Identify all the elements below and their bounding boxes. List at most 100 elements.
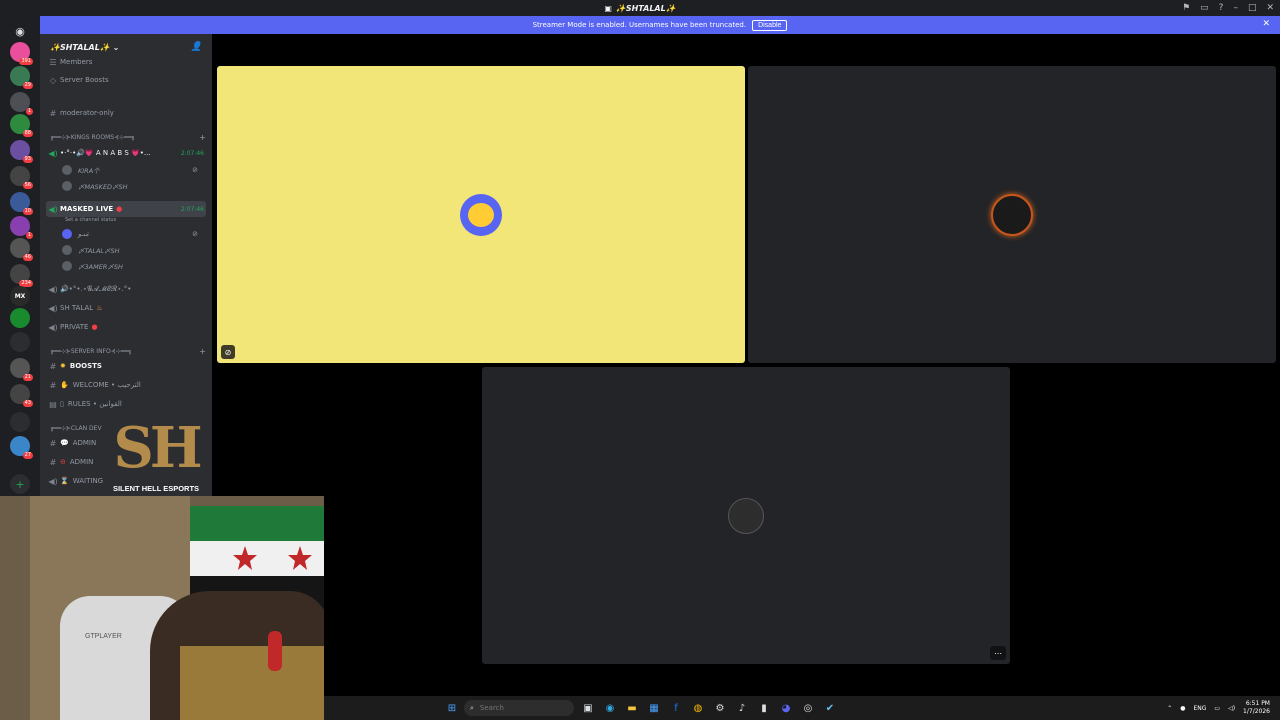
voice-tile-3[interactable]: ⋯: [482, 367, 1010, 664]
speaker-icon: ◀): [48, 476, 58, 486]
server-icon[interactable]: 1: [10, 216, 33, 239]
volume-icon[interactable]: ◁): [1228, 705, 1235, 712]
channel-moderator-only[interactable]: # moderator-only: [46, 105, 206, 121]
logo-brand-text: SILENT HELL ESPORTS: [112, 484, 200, 493]
task-view-icon[interactable]: ▣: [580, 700, 596, 716]
server-icon[interactable]: 56: [10, 166, 33, 189]
muted-mic-icon: ⊘: [221, 345, 235, 359]
server-icon[interactable]: 1: [10, 92, 33, 115]
server-icon[interactable]: 93: [10, 140, 33, 163]
server-icon[interactable]: 29: [10, 66, 33, 89]
server-icon[interactable]: MX: [10, 286, 30, 306]
avatar: [991, 193, 1033, 236]
category-server-info[interactable]: ╔══⊹⊱SERVER INFO⊰⊹══╗ +: [50, 345, 206, 357]
server-icon[interactable]: 27: [10, 436, 33, 459]
voice-channel-sh-talal[interactable]: ◀) SH TALAL ♨: [46, 300, 206, 316]
search-input[interactable]: [479, 704, 560, 712]
chrome-icon[interactable]: ◍: [690, 700, 706, 716]
server-icon[interactable]: [10, 308, 30, 328]
server-icon[interactable]: [10, 332, 30, 352]
boost-icon: ◇: [49, 75, 57, 85]
chevron-up-icon[interactable]: ⌃: [1167, 705, 1172, 712]
server-icon[interactable]: 234: [10, 264, 33, 287]
members-item[interactable]: ☰ Members: [46, 54, 206, 70]
category-kings-rooms[interactable]: ╔══⊹⊱KINGS ROOMS⊰⊹══╗ +: [50, 131, 206, 143]
server-icon[interactable]: 10: [10, 192, 33, 215]
voice-channel-gamer[interactable]: ◀) 🔊•°•.⋆𝓖𝓐𝓜𝓔𝓡⋆.°•: [46, 281, 206, 297]
speaker-icon: ◀): [48, 322, 58, 332]
add-channel-icon[interactable]: +: [199, 347, 206, 356]
server-icon[interactable]: [10, 412, 30, 432]
screen-icon[interactable]: ▭: [1200, 3, 1209, 13]
search-icon: ⌕: [470, 703, 474, 712]
set-channel-status[interactable]: Set a channel status: [65, 217, 116, 223]
notification-badge: 56: [22, 182, 33, 189]
help-icon[interactable]: ?: [1219, 3, 1224, 13]
chair-label: GTPLAYER: [85, 633, 122, 640]
store-icon[interactable]: ▦: [646, 700, 662, 716]
speaker-icon: ◀): [48, 303, 58, 313]
members-icon: ☰: [49, 57, 57, 67]
network-icon[interactable]: ▭: [1214, 705, 1220, 712]
voice-tile-1[interactable]: ⊘: [217, 66, 745, 363]
invite-icon[interactable]: 👤: [191, 42, 202, 52]
voice-user[interactable]: 〆MASKED〆SH: [62, 179, 202, 193]
inbox-icon[interactable]: ⚑: [1182, 3, 1190, 13]
server-boosts-item[interactable]: ◇ Server Boosts: [46, 72, 206, 88]
avatar: [62, 181, 72, 191]
channel-welcome[interactable]: # ✋ WELCOME • الترحيب: [46, 377, 206, 393]
wave-icon: ✋: [60, 381, 69, 389]
notification-badge: 88: [22, 130, 33, 137]
close-window-button[interactable]: ✕: [1266, 3, 1274, 13]
mic-icon[interactable]: ●: [1180, 705, 1185, 712]
taskbar-search[interactable]: ⌕: [464, 700, 574, 716]
discord-home-icon[interactable]: ◉: [8, 20, 32, 42]
hourglass-icon: ⌛: [60, 477, 69, 485]
rules-icon: ▤: [49, 399, 57, 409]
avatar: [62, 229, 72, 239]
voice-user[interactable]: مَنـو ⊘: [62, 227, 202, 241]
discord-taskbar-icon[interactable]: ◕: [778, 700, 794, 716]
tiktok-icon[interactable]: ♪: [734, 700, 750, 716]
voice-user[interactable]: KIRA个 ⊘: [62, 163, 202, 177]
close-banner-icon[interactable]: ✕: [1262, 19, 1270, 29]
server-icon[interactable]: 21: [10, 358, 33, 381]
maximize-button[interactable]: □: [1248, 3, 1257, 13]
notification-badge: 29: [22, 82, 33, 89]
voice-user[interactable]: 〆3AMER〆SH: [62, 259, 202, 273]
app-icon[interactable]: ⚙: [712, 700, 728, 716]
start-icon[interactable]: ⊞: [444, 700, 460, 716]
avatar: [62, 165, 72, 175]
clock[interactable]: 6:51 PM 1/7/2026: [1243, 700, 1270, 716]
voice-tile-2[interactable]: [748, 66, 1276, 363]
voice-channel-private[interactable]: ◀) PRIVATE ●: [46, 319, 206, 335]
muted-mic-icon: ⊘: [192, 230, 198, 238]
voice-user[interactable]: 〆TALAL〆SH: [62, 243, 202, 257]
minimize-button[interactable]: –: [1233, 3, 1238, 13]
server-icon[interactable]: 391: [10, 42, 33, 65]
notification-badge: 46: [22, 254, 33, 261]
facebook-icon[interactable]: f: [668, 700, 684, 716]
language-indicator[interactable]: ENG: [1193, 705, 1206, 712]
disable-streamer-button[interactable]: Disable: [752, 19, 788, 31]
window-titlebar: ▣ ✨SHTALAL✨ ⚑ ▭ ? – □ ✕: [0, 0, 1280, 16]
server-icon[interactable]: 46: [10, 238, 33, 261]
obs-icon[interactable]: ◎: [800, 700, 816, 716]
channel-boosts[interactable]: # ✹ BOOSTS: [46, 358, 206, 374]
steam-icon[interactable]: ✔: [822, 700, 838, 716]
add-channel-icon[interactable]: +: [199, 133, 206, 142]
voice-channel-masked-live[interactable]: ◀) MASKED LIVE ● 2:07:46: [46, 201, 206, 217]
voice-channel-anabs[interactable]: ◀) •·°·•🔊💗 A N A B S 💗•... 2:07:46: [46, 145, 206, 161]
server-icon[interactable]: 43: [10, 384, 33, 407]
red-circle-icon: ●: [91, 323, 98, 331]
app-icon-2[interactable]: ▮: [756, 700, 772, 716]
streamer-mode-banner: Streamer Mode is enabled. Usernames have…: [40, 16, 1280, 34]
edge-icon[interactable]: ◉: [602, 700, 618, 716]
more-options-icon[interactable]: ⋯: [990, 646, 1006, 660]
notification-badge: 1: [25, 108, 33, 115]
file-explorer-icon[interactable]: ▬: [624, 700, 640, 716]
server-icon[interactable]: 88: [10, 114, 33, 137]
add-server-icon[interactable]: +: [10, 474, 30, 494]
hash-icon: #: [49, 108, 57, 118]
channel-rules[interactable]: ▤ ▯ RULES • القوانين: [46, 396, 206, 412]
